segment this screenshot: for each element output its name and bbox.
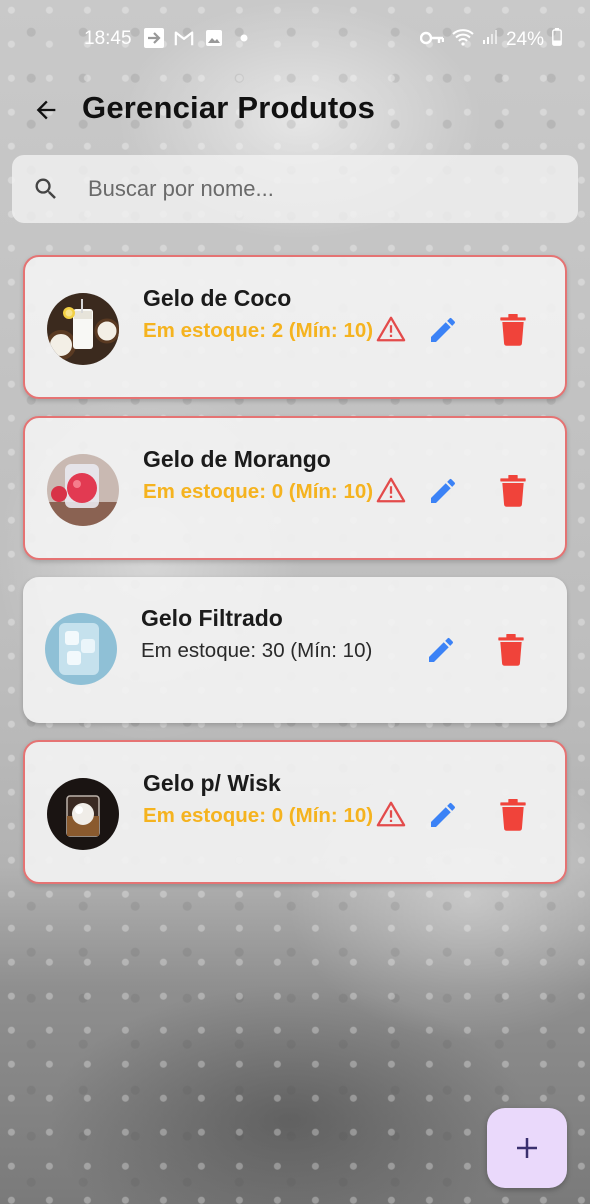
product-card[interactable]: Gelo de Coco Em estoque: 2 (Mín: 10)	[23, 255, 567, 399]
filtered-ice-image	[45, 613, 117, 685]
delete-button[interactable]	[499, 799, 527, 831]
edit-button[interactable]	[427, 475, 459, 507]
wifi-icon	[452, 28, 474, 52]
pencil-icon	[431, 802, 456, 827]
image-icon	[204, 28, 224, 48]
product-name: Gelo de Coco	[143, 285, 292, 311]
coconut-drink-image	[47, 293, 119, 365]
app-header: Gerenciar Produtos	[0, 84, 590, 136]
trash-icon	[500, 314, 526, 346]
product-stock: Em estoque: 0 (Mín: 10)	[143, 804, 374, 827]
notification-icons	[144, 28, 254, 48]
status-time: 18:45	[84, 28, 132, 49]
trash-icon	[500, 799, 526, 831]
signal-icon	[482, 29, 498, 51]
page-title: Gerenciar Produtos	[82, 90, 376, 125]
trash-icon	[500, 475, 526, 507]
product-stock: Em estoque: 2 (Mín: 10)	[143, 319, 374, 342]
warning-icon	[376, 477, 406, 503]
product-name: Gelo p/ Wisk	[143, 770, 281, 796]
product-stock: Em estoque: 30 (Mín: 10)	[141, 639, 373, 662]
battery-icon	[552, 28, 562, 52]
edit-button[interactable]	[427, 314, 459, 346]
product-list: Gelo de Coco Em estoque: 2 (Mín: 10) Gel…	[23, 255, 567, 901]
edit-button[interactable]	[427, 799, 459, 831]
back-button[interactable]	[28, 92, 64, 128]
product-name: Gelo de Morango	[143, 446, 331, 472]
whisky-ice-image	[47, 778, 119, 850]
strawberry-drink-image	[47, 454, 119, 526]
dot-icon	[234, 28, 254, 48]
edit-button[interactable]	[425, 634, 457, 666]
delete-button[interactable]	[499, 314, 527, 346]
trash-icon	[498, 634, 524, 666]
plus-icon	[517, 1138, 537, 1158]
gmail-icon	[174, 28, 194, 48]
status-bar: 18:45 24%	[0, 0, 590, 78]
search-icon	[35, 178, 56, 199]
system-icons: 24%	[419, 28, 562, 52]
add-product-button[interactable]	[487, 1108, 567, 1188]
search-input[interactable]	[86, 175, 550, 203]
pencil-icon	[429, 637, 454, 662]
pencil-icon	[431, 317, 456, 342]
product-stock: Em estoque: 0 (Mín: 10)	[143, 480, 374, 503]
product-name: Gelo Filtrado	[141, 605, 283, 631]
pencil-icon	[431, 478, 456, 503]
key-icon	[419, 29, 445, 51]
search-bar[interactable]	[12, 155, 578, 223]
product-card[interactable]: Gelo p/ Wisk Em estoque: 0 (Mín: 10)	[23, 740, 567, 884]
forward-icon	[144, 28, 164, 48]
product-card[interactable]: Gelo Filtrado Em estoque: 30 (Mín: 10)	[23, 577, 567, 723]
battery-level: 24%	[505, 29, 544, 50]
warning-icon	[376, 801, 406, 827]
delete-button[interactable]	[497, 634, 525, 666]
arrow-left-icon	[36, 100, 56, 120]
product-card[interactable]: Gelo de Morango Em estoque: 0 (Mín: 10)	[23, 416, 567, 560]
delete-button[interactable]	[499, 475, 527, 507]
warning-icon	[376, 316, 406, 342]
